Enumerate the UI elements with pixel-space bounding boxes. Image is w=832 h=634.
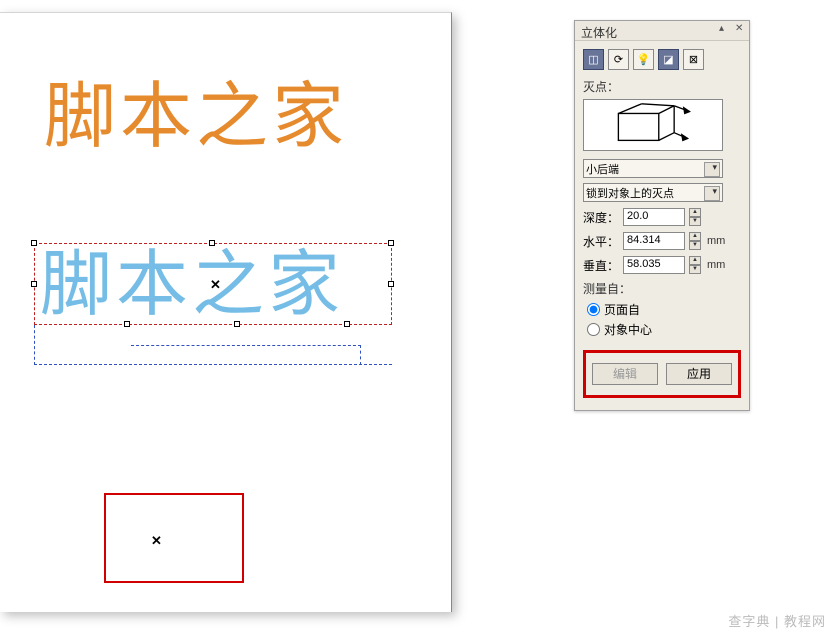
tab-rotate[interactable]: ⟳ bbox=[608, 49, 629, 70]
tab-row: ◫ ⟳ 💡 ◪ ⊠ bbox=[583, 49, 741, 70]
vert-unit: mm bbox=[707, 259, 725, 271]
extrude-panel: 立体化 ▴ ✕ ◫ ⟳ 💡 ◪ ⊠ 灭点： bbox=[574, 20, 750, 411]
vert-spin-down[interactable]: ▼ bbox=[689, 265, 701, 274]
edit-button[interactable]: 编辑 bbox=[592, 363, 658, 385]
close-icon[interactable]: ✕ bbox=[735, 24, 745, 34]
action-button-row: 编辑 应用 bbox=[583, 350, 741, 398]
vanishing-point-marker[interactable]: ✕ bbox=[151, 533, 162, 549]
radio-object-center[interactable] bbox=[587, 323, 600, 336]
horiz-input[interactable]: 84.314 bbox=[623, 232, 685, 250]
page[interactable]: 脚本之家 脚本之家 ✕ ✕ bbox=[0, 12, 452, 612]
panel-body: ◫ ⟳ 💡 ◪ ⊠ 灭点： bbox=[575, 41, 749, 410]
horiz-unit: mm bbox=[707, 235, 725, 247]
text-object-orange[interactable]: 脚本之家 bbox=[44, 81, 348, 153]
watermark-text: 查字典 | 教程网 bbox=[728, 611, 826, 630]
apply-button[interactable]: 应用 bbox=[666, 363, 732, 385]
panel-titlebar[interactable]: 立体化 ▴ ✕ bbox=[575, 21, 749, 41]
depth-label: 深度： bbox=[583, 209, 619, 226]
vert-label: 垂直： bbox=[583, 257, 619, 274]
resize-handle-tl[interactable] bbox=[31, 240, 37, 246]
depth-spin-up[interactable]: ▲ bbox=[689, 208, 701, 217]
tab-bevel[interactable]: ⊠ bbox=[683, 49, 704, 70]
collapse-icon[interactable]: ▴ bbox=[719, 24, 729, 34]
resize-handle-ml[interactable] bbox=[31, 281, 37, 287]
resize-handle-mr[interactable] bbox=[388, 281, 394, 287]
resize-handle-tr[interactable] bbox=[388, 240, 394, 246]
extrude-type-dropdown[interactable]: 小后端 bbox=[583, 159, 723, 178]
vert-input[interactable]: 58.035 bbox=[623, 256, 685, 274]
depth-input[interactable]: 20.0 bbox=[623, 208, 685, 226]
radio-page-origin[interactable] bbox=[587, 303, 600, 316]
resize-handle-tc[interactable] bbox=[209, 240, 215, 246]
tab-light[interactable]: 💡 bbox=[633, 49, 654, 70]
panel-title-text: 立体化 bbox=[581, 26, 617, 40]
vanishing-point-target[interactable]: ✕ bbox=[104, 493, 244, 583]
radio-page-label: 页面自 bbox=[604, 301, 640, 318]
center-marker[interactable]: ✕ bbox=[210, 277, 221, 293]
vert-spin-up[interactable]: ▲ bbox=[689, 256, 701, 265]
depth-spin-down[interactable]: ▼ bbox=[689, 217, 701, 226]
canvas-area: 脚本之家 脚本之家 ✕ ✕ bbox=[0, 0, 474, 620]
horiz-spin-down[interactable]: ▼ bbox=[689, 241, 701, 250]
vanish-lock-dropdown[interactable]: 锁到对象上的灭点 bbox=[583, 183, 723, 202]
tab-extrude[interactable]: ◫ bbox=[583, 49, 604, 70]
horiz-spin-up[interactable]: ▲ bbox=[689, 232, 701, 241]
vanish-label: 灭点： bbox=[583, 78, 741, 95]
text-content-blue: 脚本之家 bbox=[40, 249, 344, 321]
selected-text-object[interactable]: 脚本之家 ✕ bbox=[34, 243, 404, 363]
horiz-label: 水平： bbox=[583, 233, 619, 250]
vanish-preview[interactable] bbox=[583, 99, 723, 151]
radio-center-label: 对象中心 bbox=[604, 321, 652, 338]
measure-label: 测量自： bbox=[583, 280, 741, 297]
extrude-wireframe bbox=[34, 325, 392, 365]
tab-color[interactable]: ◪ bbox=[658, 49, 679, 70]
